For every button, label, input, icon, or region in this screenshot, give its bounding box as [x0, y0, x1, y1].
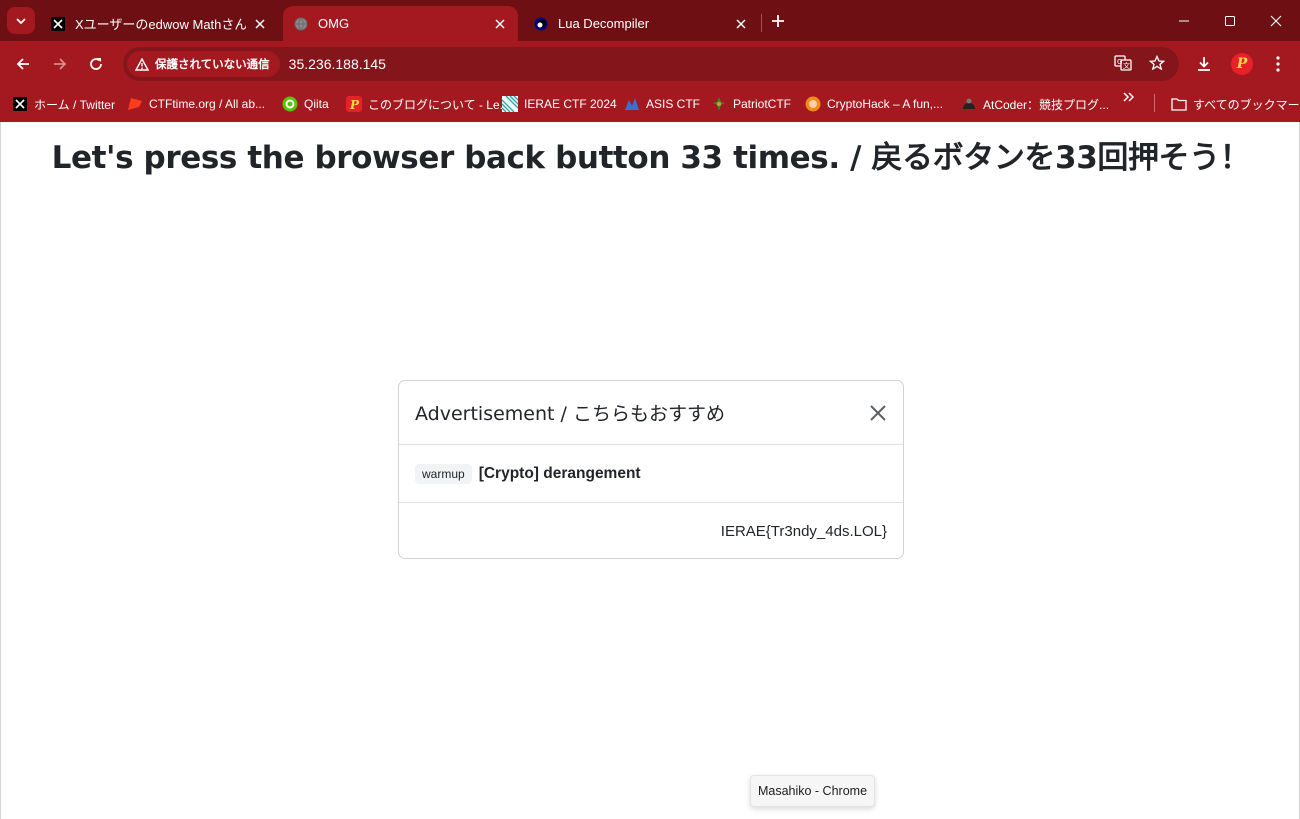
- advertisement-modal: Advertisement / こちらもおすすめ warmup [Crypto]…: [398, 380, 904, 559]
- close-icon[interactable]: [492, 16, 508, 32]
- difficulty-badge: warmup: [415, 463, 472, 484]
- bookmark-atcoder[interactable]: AtCoder：競技プログ...: [961, 94, 1109, 114]
- modal-footer: IERAE{Tr3ndy_4ds.LOL}: [399, 503, 903, 559]
- bookmark-cryptohack[interactable]: CryptoHack – A fun,...: [805, 94, 943, 114]
- page-content: Let's press the browser back button 33 t…: [0, 122, 1300, 819]
- security-chip[interactable]: 保護されていない通信: [127, 51, 280, 77]
- bookmark-ierae[interactable]: IERAE CTF 2024: [502, 94, 617, 114]
- tab-omg[interactable]: OMG: [283, 6, 518, 41]
- bookmark-asis[interactable]: ASIS CTF: [624, 94, 700, 114]
- security-chip-label: 保護されていない通信: [155, 59, 270, 71]
- chevron-double-right-icon: [1123, 92, 1135, 102]
- close-icon: [870, 405, 886, 421]
- bookmark-label: AtCoder：競技プログ...: [983, 97, 1110, 112]
- qiita-icon: [282, 96, 298, 112]
- menu-button[interactable]: [1264, 50, 1292, 78]
- tab-title: Lua Decompiler: [558, 16, 650, 31]
- bookmark-label: CTFtime.org / All ab...: [149, 97, 266, 111]
- translate-icon[interactable]: G文: [1113, 53, 1133, 73]
- modal-header: Advertisement / こちらもおすすめ: [399, 381, 903, 445]
- reload-button[interactable]: [82, 50, 110, 78]
- bookmark-twitter[interactable]: ホーム / Twitter: [12, 94, 115, 114]
- challenge-link[interactable]: [Crypto] derangement: [479, 465, 641, 483]
- tab-separator: [761, 14, 762, 32]
- bookmark-label: すべてのブックマーク: [1193, 97, 1300, 112]
- tab-strip: Xユーザーのedwow Mathさん: 「安 OMG Lua Decompile…: [0, 0, 1300, 41]
- folder-icon: [1171, 96, 1187, 112]
- maximize-icon: [1225, 16, 1235, 26]
- flag-text: IERAE{Tr3ndy_4ds.LOL}: [720, 522, 887, 540]
- svg-text:P: P: [349, 98, 360, 112]
- patriotctf-icon: [711, 96, 727, 112]
- bookmark-label: IERAE CTF 2024: [524, 97, 617, 111]
- svg-text:文: 文: [1123, 61, 1130, 70]
- modal-close-button[interactable]: [867, 402, 889, 424]
- bookmark-label: このブログについて - Le...: [368, 97, 510, 112]
- bookmark-blog[interactable]: P このブログについて - Le...: [346, 94, 510, 114]
- arrow-left-icon: [16, 58, 29, 70]
- bookmark-label: ASIS CTF: [646, 97, 701, 111]
- blog-icon: P: [346, 96, 362, 112]
- tab-title: Xユーザーのedwow Mathさん: 「安: [75, 17, 246, 32]
- bookmark-ctftime[interactable]: CTFtime.org / All ab...: [127, 94, 265, 114]
- avatar: P: [1231, 53, 1253, 75]
- address-bar[interactable]: 保護されていない通信 35.236.188.145 G文: [123, 47, 1179, 81]
- bookmark-label: ホーム / Twitter: [34, 97, 115, 112]
- modal-body: warmup [Crypto] derangement: [399, 445, 903, 503]
- bookmark-qiita[interactable]: Qiita: [282, 94, 329, 114]
- toolbar: 保護されていない通信 35.236.188.145 G文 P: [0, 41, 1300, 86]
- bookmark-label: Qiita: [304, 97, 329, 111]
- page-title: Let's press the browser back button 33 t…: [51, 140, 1251, 176]
- lua-icon: [533, 16, 549, 32]
- close-window-button[interactable]: [1262, 8, 1290, 34]
- profile-button[interactable]: P: [1228, 50, 1256, 78]
- download-button[interactable]: [1190, 50, 1218, 78]
- x-logo-icon: [12, 96, 28, 112]
- maximize-button[interactable]: [1216, 8, 1244, 34]
- more-vert-icon: [1276, 56, 1280, 72]
- close-icon[interactable]: [733, 16, 749, 32]
- globe-icon: [293, 16, 309, 32]
- chevron-down-icon: [16, 17, 26, 24]
- ctftime-flag-icon: [127, 96, 143, 112]
- new-tab-button[interactable]: [766, 9, 790, 33]
- plus-icon: [772, 15, 784, 27]
- tab-title: OMG: [318, 16, 350, 31]
- warning-icon: [135, 57, 149, 71]
- download-icon: [1198, 57, 1210, 71]
- arrow-right-icon: [54, 58, 67, 70]
- minimize-button[interactable]: [1170, 8, 1198, 34]
- bookmark-label: PatriotCTF: [733, 97, 792, 111]
- url-text[interactable]: 35.236.188.145: [289, 56, 386, 72]
- all-bookmarks-button[interactable]: すべてのブックマーク: [1171, 94, 1300, 114]
- close-icon: [1270, 15, 1282, 27]
- more-bookmarks-button[interactable]: [1122, 90, 1136, 109]
- close-icon[interactable]: [252, 16, 268, 32]
- back-button[interactable]: [9, 50, 37, 78]
- bookmark-patriotctf[interactable]: PatriotCTF: [711, 94, 791, 114]
- tab-lua-decompiler[interactable]: Lua Decompiler: [523, 6, 759, 41]
- taskbar-tooltip: Masahiko - Chrome: [750, 775, 875, 807]
- forward-button[interactable]: [46, 50, 74, 78]
- ierae-icon: [502, 96, 518, 112]
- tab-search-button[interactable]: [7, 7, 35, 34]
- tab-twitter[interactable]: Xユーザーのedwow Mathさん: 「安: [40, 6, 278, 41]
- star-icon[interactable]: [1147, 53, 1167, 73]
- cryptohack-icon: [805, 96, 821, 112]
- atcoder-icon: [961, 96, 977, 112]
- bookmarks-bar: ホーム / Twitter CTFtime.org / All ab... Qi…: [0, 86, 1300, 122]
- minimize-icon: [1179, 20, 1189, 22]
- asis-icon: [624, 96, 640, 112]
- x-logo-icon: [50, 16, 66, 32]
- modal-title: Advertisement / こちらもおすすめ: [415, 403, 725, 425]
- svg-text:G: G: [1117, 58, 1122, 66]
- bookmark-label: CryptoHack – A fun,...: [827, 97, 944, 111]
- reload-icon: [90, 58, 102, 70]
- bookmark-separator: [1154, 94, 1155, 112]
